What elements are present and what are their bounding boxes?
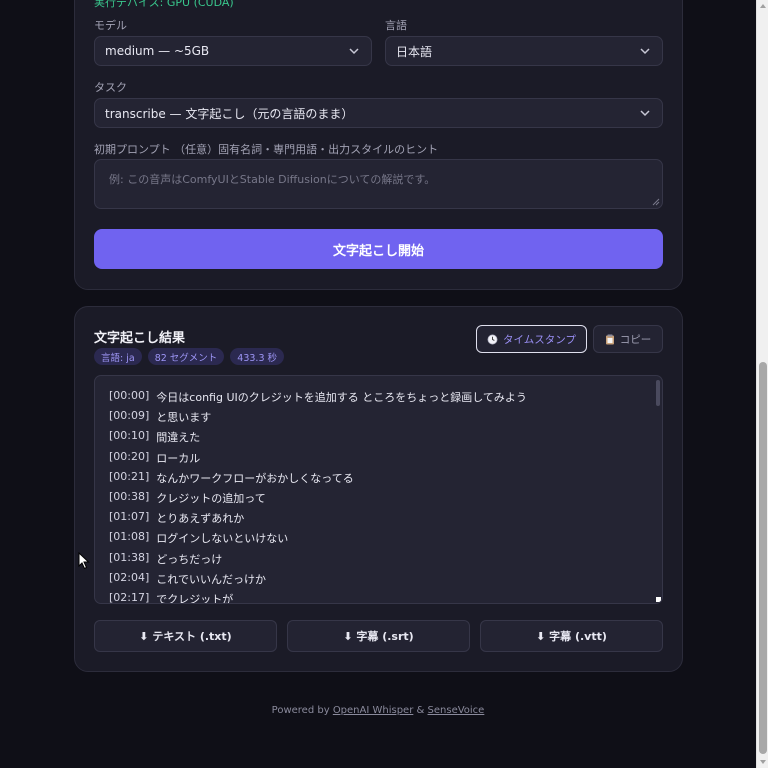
download-srt-button[interactable]: ⬇ 字幕 (.srt)	[287, 620, 470, 652]
transcript-timestamp: [00:00]	[109, 389, 150, 402]
prompt-label: 初期プロンプト （任意）固有名詞・専門用語・出力スタイルのヒント	[94, 143, 439, 156]
model-select-value: medium — ~5GB	[105, 44, 210, 58]
transcript-timestamp: [02:17]	[109, 590, 150, 604]
task-select-value: transcribe — 文字起こし（元の言語のまま）	[105, 106, 354, 121]
transcript-textarea[interactable]: [00:00] 今日はconfig UIのクレジットを追加する ところをちょっと録…	[94, 375, 663, 604]
transcript-text: クレジットの追加って	[156, 491, 266, 505]
transcript-line: [01:08] ログインしないといけない	[109, 530, 527, 550]
timestamp-button-label: タイムスタンプ	[503, 333, 576, 346]
transcript-timestamp: [00:09]	[109, 409, 150, 423]
start-transcription-button[interactable]: 文字起こし開始	[94, 229, 663, 269]
page-scrollbar[interactable]	[756, 0, 768, 768]
task-select[interactable]: transcribe — 文字起こし（元の言語のまま）	[94, 98, 663, 128]
chevron-down-icon	[349, 48, 359, 55]
language-select[interactable]: 日本語	[385, 36, 663, 66]
copy-button-label: コピー	[619, 333, 652, 346]
language-select-value: 日本語	[396, 44, 433, 59]
language-badge: 言語: ja	[94, 348, 142, 365]
scroll-up-arrow-icon[interactable]	[759, 2, 767, 10]
clock-icon	[487, 334, 498, 344]
copy-button[interactable]: コピー	[593, 325, 663, 353]
transcript-text: 間違えた	[156, 431, 201, 445]
transcript-text: ローカル	[156, 451, 201, 465]
language-label: 言語	[385, 19, 407, 32]
transcript-line: [02:04] これでいいんだっけか	[109, 571, 527, 591]
resize-handle-icon[interactable]	[656, 597, 661, 602]
openai-whisper-link[interactable]: OpenAI Whisper	[333, 705, 414, 716]
scroll-down-arrow-icon[interactable]	[759, 758, 767, 766]
mouse-cursor-icon	[78, 552, 90, 570]
transcript-line: [00:20] ローカル	[109, 450, 527, 470]
download-txt-button[interactable]: ⬇ テキスト (.txt)	[94, 620, 277, 652]
prompt-textarea[interactable]: 例: この音声はComfyUIとStable Diffusionについての解説で…	[94, 159, 663, 209]
transcript-lines: [00:00] 今日はconfig UIのクレジットを追加する ところをちょっと録…	[109, 389, 527, 604]
transcript-timestamp: [01:07]	[109, 510, 150, 524]
transcript-text: これでいいんだっけか	[156, 572, 266, 586]
transcript-line: [02:17] でクレジットが	[109, 590, 527, 604]
transcript-text: ログインしないといけない	[156, 532, 289, 546]
transcript-timestamp: [00:21]	[109, 469, 150, 483]
transcript-timestamp: [00:38]	[109, 489, 150, 503]
transcript-timestamp: [01:38]	[109, 550, 150, 564]
page: 実行デバイス: GPU (CUDA) モデル medium — ~5GB 言語 …	[0, 0, 756, 768]
clipboard-icon	[605, 334, 614, 344]
transcript-text: どっちだっけ	[156, 552, 223, 566]
prompt-placeholder: 例: この音声はComfyUIとStable Diffusionについての解説で…	[109, 173, 436, 186]
segments-badge: 82 セグメント	[147, 348, 225, 365]
transcript-text: でクレジットが	[156, 592, 234, 604]
transcript-line: [01:38] どっちだっけ	[109, 551, 527, 571]
scrollbar-thumb[interactable]	[759, 362, 767, 754]
transcript-text: なんかワークフローがおかしくなってる	[156, 471, 354, 485]
transcript-timestamp: [01:08]	[109, 530, 150, 544]
transcript-line: [00:00] 今日はconfig UIのクレジットを追加する ところをちょっと録…	[109, 389, 527, 409]
transcript-scrollbar[interactable]	[656, 380, 660, 406]
transcript-text: とりあえずあれか	[156, 512, 245, 526]
chevron-down-icon	[640, 110, 650, 117]
result-badges: 言語: ja 82 セグメント 433.3 秒	[94, 348, 285, 365]
download-vtt-button[interactable]: ⬇ 字幕 (.vtt)	[480, 620, 663, 652]
chevron-down-icon	[640, 48, 650, 55]
device-status-text: 実行デバイス: GPU (CUDA)	[94, 0, 234, 9]
transcript-text: と思います	[156, 411, 212, 425]
model-select[interactable]: medium — ~5GB	[94, 36, 372, 66]
transcript-line: [00:09] と思います	[109, 409, 527, 429]
footer: Powered by OpenAI Whisper & SenseVoice	[0, 705, 756, 716]
resize-handle-icon[interactable]	[652, 198, 660, 206]
transcript-timestamp: [00:20]	[109, 449, 150, 463]
download-row: ⬇ テキスト (.txt) ⬇ 字幕 (.srt) ⬇ 字幕 (.vtt)	[94, 620, 663, 652]
duration-badge: 433.3 秒	[230, 348, 285, 365]
timestamp-toggle-button[interactable]: タイムスタンプ	[476, 325, 587, 353]
footer-prefix: Powered by	[271, 705, 330, 716]
transcript-text: 今日はconfig UIのクレジットを追加する ところをちょっと録画してみよう	[156, 391, 527, 404]
transcript-timestamp: [00:10]	[109, 429, 150, 443]
transcript-line: [00:21] なんかワークフローがおかしくなってる	[109, 470, 527, 490]
task-label: タスク	[94, 81, 127, 94]
transcript-line: [00:38] クレジットの追加って	[109, 490, 527, 510]
sensevoice-link[interactable]: SenseVoice	[428, 705, 485, 716]
results-title: 文字起こし結果	[94, 331, 186, 346]
transcript-line: [00:10] 間違えた	[109, 429, 527, 449]
transcript-timestamp: [02:04]	[109, 570, 150, 584]
model-label: モデル	[94, 19, 127, 32]
transcript-line: [01:07] とりあえずあれか	[109, 510, 527, 530]
footer-ampersand: &	[416, 705, 425, 716]
